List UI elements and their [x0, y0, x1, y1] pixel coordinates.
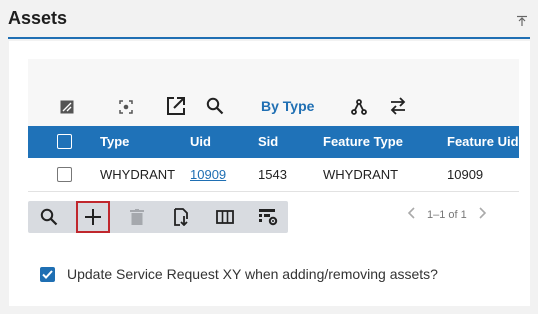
chevron-right-icon[interactable]	[479, 207, 487, 222]
columns-icon[interactable]	[208, 201, 242, 233]
cell-type: WHYDRANT	[100, 167, 176, 182]
open-external-icon[interactable]	[165, 95, 187, 117]
panel-header: Assets	[8, 0, 530, 39]
add-icon[interactable]	[76, 201, 110, 233]
bottom-toolbar	[28, 201, 288, 233]
update-service-request-option[interactable]: Update Service Request XY when adding/re…	[40, 266, 438, 282]
search-icon[interactable]	[32, 201, 66, 233]
row-checkbox[interactable]	[57, 167, 72, 182]
assets-panel: Assets By Type Type Uid Sid Feature Type…	[0, 0, 538, 314]
panel-title: Assets	[8, 8, 68, 28]
column-header-sid[interactable]: Sid	[258, 134, 278, 149]
clear-selection-icon[interactable]	[57, 97, 77, 117]
update-checkbox-label: Update Service Request XY when adding/re…	[67, 266, 438, 282]
table-row[interactable]: WHYDRANT 10909 1543 WHYDRANT 10909	[28, 158, 519, 192]
top-toolbar	[28, 59, 519, 128]
update-checkbox[interactable]	[40, 266, 55, 282]
zoom-to-selection-icon[interactable]	[116, 97, 136, 117]
table-settings-icon[interactable]	[251, 201, 285, 233]
cell-uid-link[interactable]: 10909	[190, 167, 226, 182]
page-range: 1–1 of 1	[427, 208, 467, 221]
column-header-type[interactable]: Type	[100, 134, 129, 149]
column-header-feature-uid[interactable]: Feature Uid	[447, 134, 519, 149]
table-header: Type Uid Sid Feature Type Feature Uid	[28, 126, 519, 158]
assets-card: By Type Type Uid Sid Feature Type Featur…	[9, 41, 530, 306]
column-header-feature-type[interactable]: Feature Type	[323, 134, 403, 149]
chevron-left-icon[interactable]	[407, 207, 415, 222]
cell-sid: 1543	[258, 167, 287, 182]
cell-feature-type: WHYDRANT	[323, 167, 399, 182]
select-all-checkbox[interactable]	[57, 134, 72, 149]
column-header-uid[interactable]: Uid	[190, 134, 211, 149]
collapse-icon[interactable]	[516, 14, 528, 26]
by-type-button[interactable]: By Type	[261, 98, 314, 114]
cell-feature-uid: 10909	[447, 167, 484, 182]
delete-icon[interactable]	[120, 201, 154, 233]
search-icon[interactable]	[205, 96, 225, 116]
branch-icon[interactable]	[349, 97, 369, 117]
pagination: 1–1 of 1	[407, 207, 487, 222]
import-icon[interactable]	[164, 201, 198, 233]
swap-icon[interactable]	[387, 95, 409, 117]
